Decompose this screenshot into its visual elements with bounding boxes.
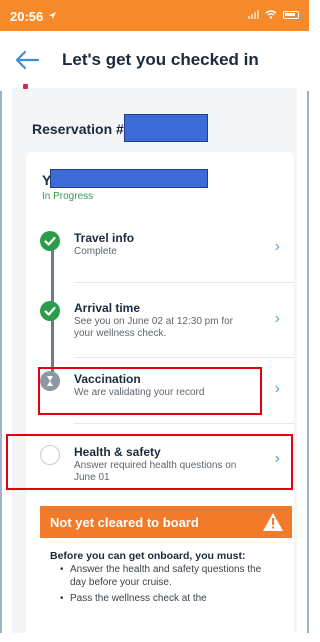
status-icons <box>248 10 299 19</box>
divider <box>74 423 294 424</box>
step-title: Arrival time <box>74 301 141 315</box>
step-description: Complete <box>74 246 117 257</box>
chevron-right-icon: › <box>274 238 280 255</box>
step-description: See you on June 02 at 12:30 pm for your … <box>74 316 233 339</box>
battery-icon <box>283 10 299 19</box>
list-item: Pass the wellness check at the <box>60 593 272 606</box>
requirements-list: Answer the health and safety questions t… <box>60 564 272 610</box>
signal-bars-icon <box>248 10 259 19</box>
status-time: 20:56 <box>10 9 44 24</box>
back-arrow-icon[interactable] <box>14 49 40 71</box>
boarding-alert: Not yet cleared to board Before you can … <box>40 506 292 633</box>
guest-checkin-status: In Progress <box>42 191 94 202</box>
alert-title: Not yet cleared to board <box>50 515 199 530</box>
step-arrival-time[interactable]: Arrival time See you on June 02 at 12:30… <box>26 292 294 358</box>
wifi-icon <box>265 10 277 19</box>
divider <box>74 282 294 283</box>
divider <box>74 357 294 358</box>
location-arrow-icon <box>48 11 57 20</box>
step-title: Travel info <box>74 231 135 245</box>
chevron-right-icon: › <box>274 310 280 327</box>
alert-header: Not yet cleared to board <box>40 506 292 538</box>
highlight-box-vaccination <box>38 367 262 415</box>
alert-intro: Before you can get onboard, you must: <box>50 550 246 562</box>
list-item: Answer the health and safety questions t… <box>60 564 272 589</box>
app-header: Let's get you checked in <box>0 31 309 91</box>
checkmark-icon <box>40 231 60 251</box>
warning-triangle-icon <box>263 513 283 531</box>
page-title: Let's get you checked in <box>62 50 259 69</box>
redacted-reservation-number <box>124 114 208 142</box>
decorative-marker <box>23 84 28 89</box>
highlight-box-health-safety <box>6 434 293 490</box>
redacted-guest-name <box>50 169 208 188</box>
step-travel-info[interactable]: Travel info Complete › <box>26 222 294 282</box>
chevron-right-icon: › <box>274 380 280 397</box>
reservation-label: Reservation # <box>32 121 124 137</box>
checkmark-icon <box>40 301 60 321</box>
status-bar: 20:56 <box>0 0 309 31</box>
